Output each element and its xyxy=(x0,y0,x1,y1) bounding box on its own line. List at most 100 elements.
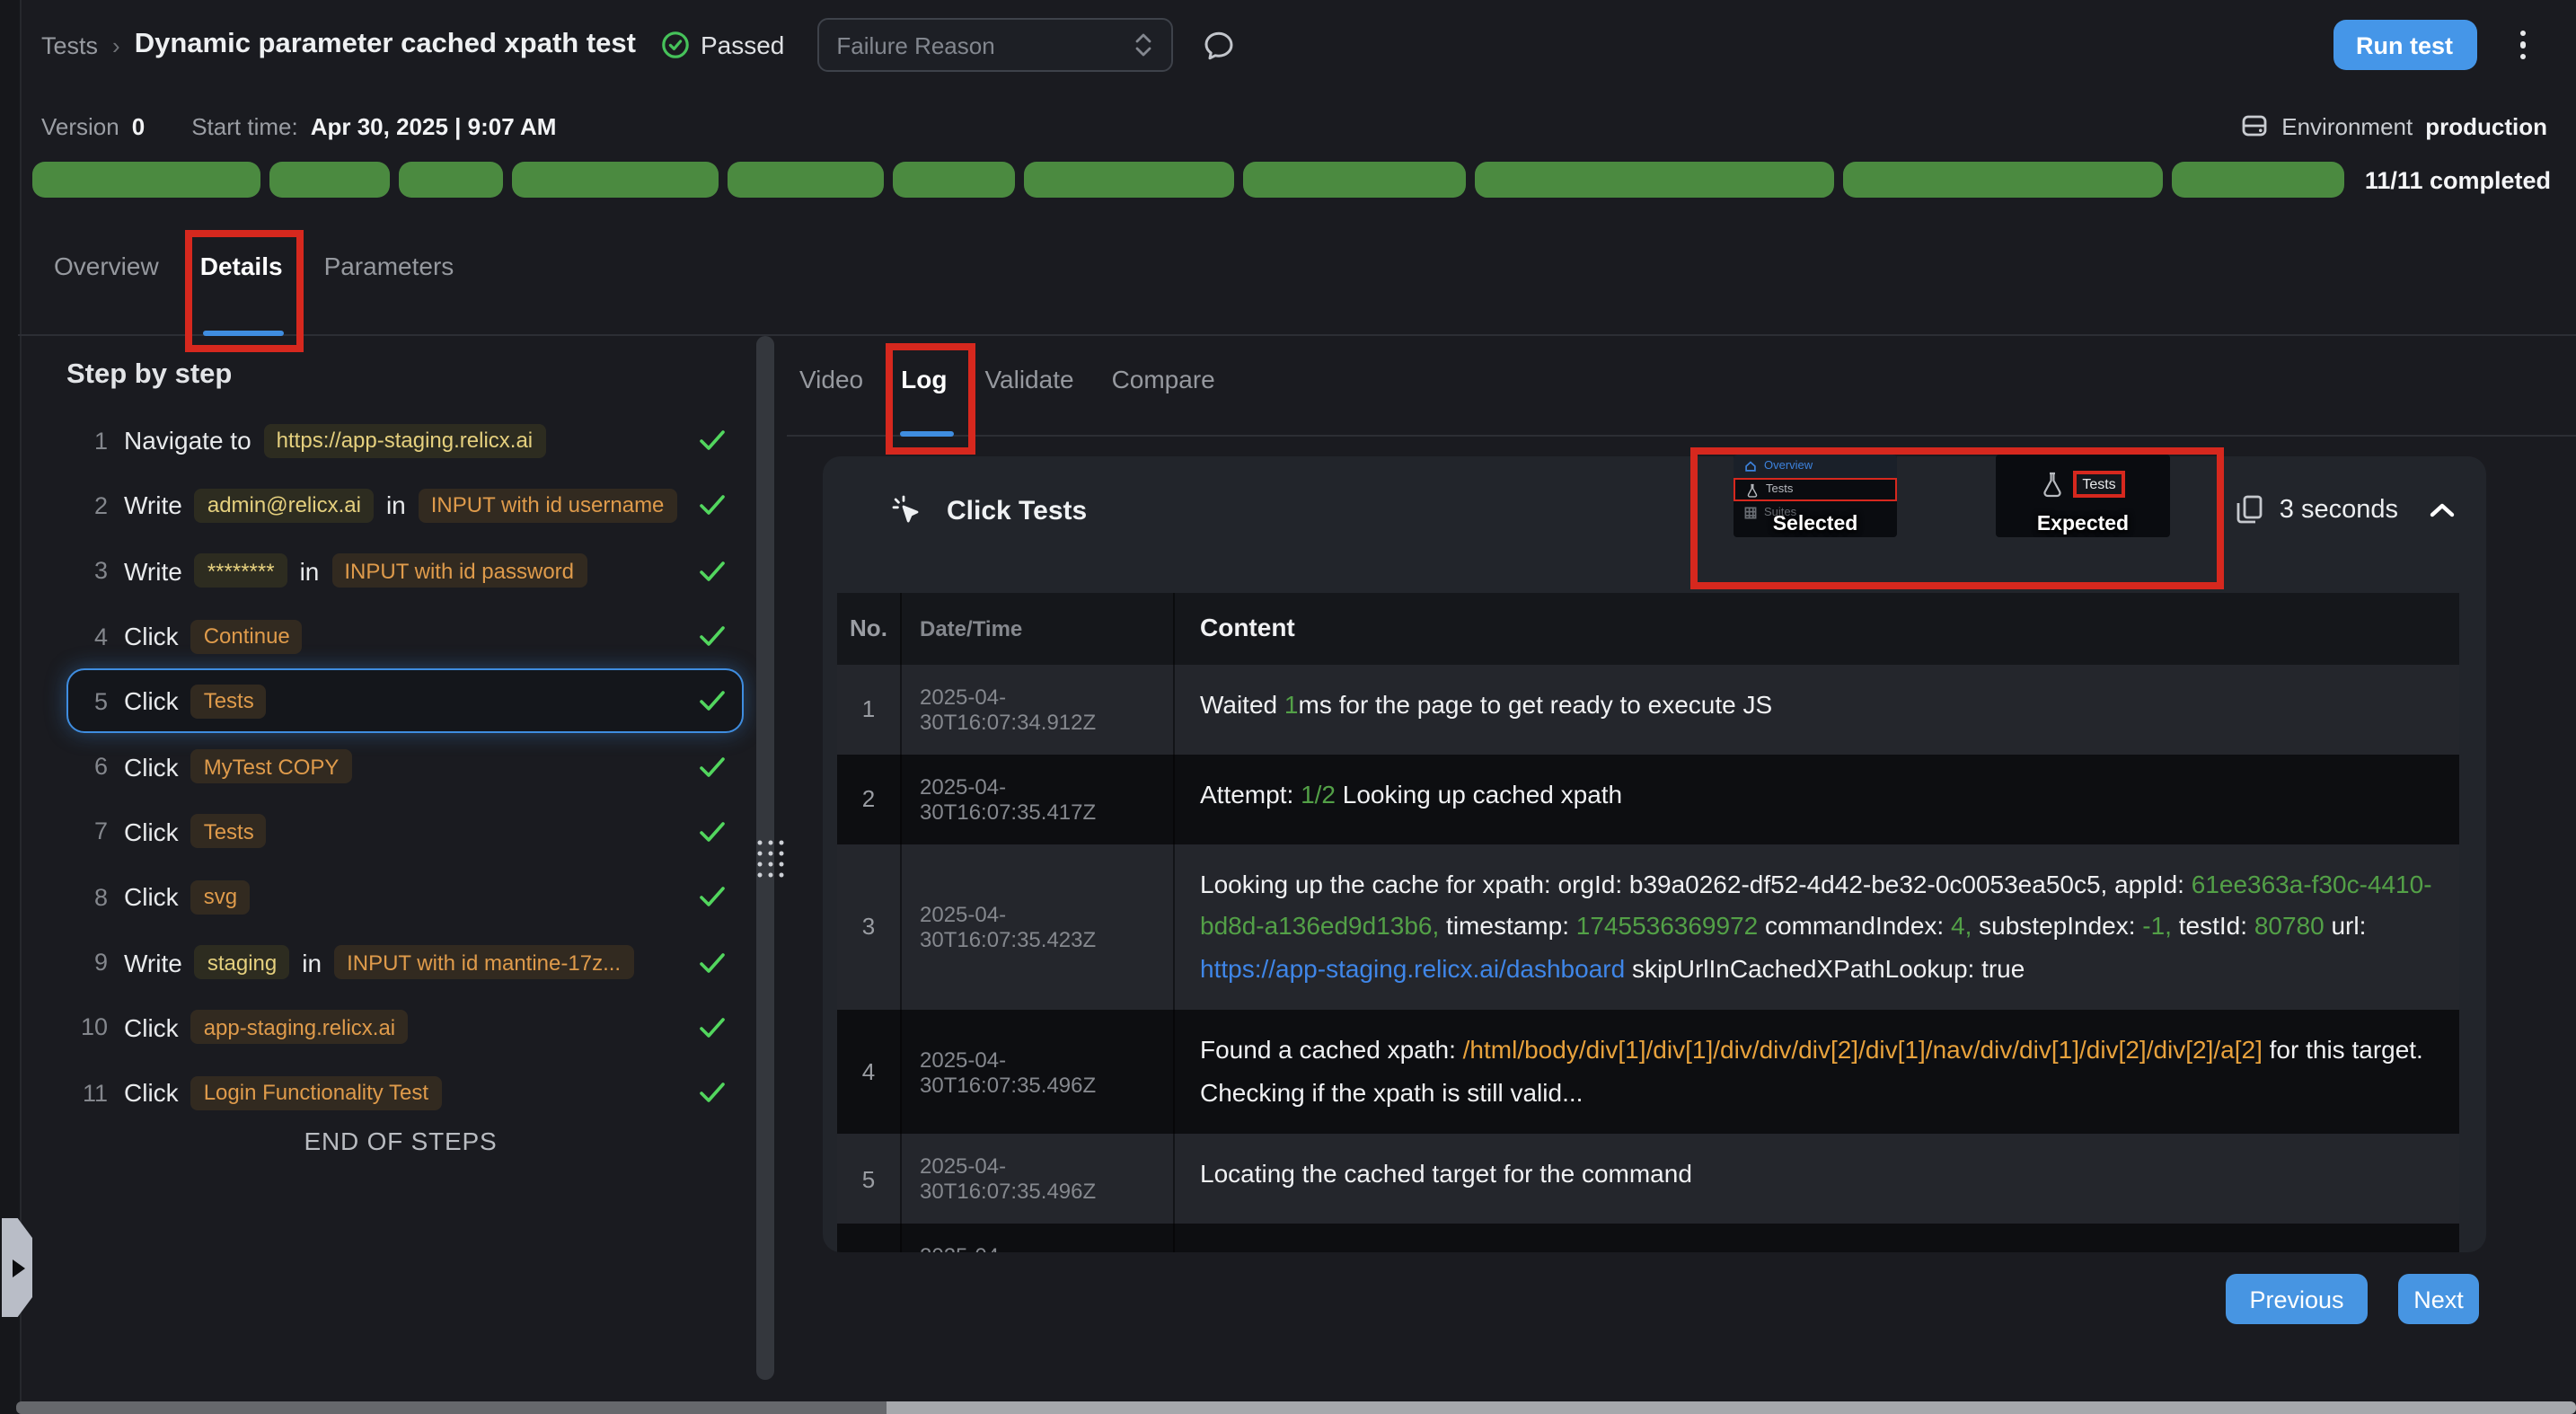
horizontal-scrollbar[interactable] xyxy=(16,1401,2576,1414)
log-text-segment: 1 xyxy=(1284,689,1299,718)
steps-list: 1Navigate tohttps://app-staging.relicx.a… xyxy=(43,408,758,1126)
log-row-2: 22025-04-30T16:07:35.417ZAttempt: 1/2 Lo… xyxy=(837,754,2459,844)
comment-icon[interactable] xyxy=(1201,28,1235,62)
home-icon xyxy=(1744,460,1757,473)
step-number: 4 xyxy=(68,623,108,650)
tab-overview[interactable]: Overview xyxy=(54,252,159,291)
step-row-6[interactable]: 6ClickMyTest COPY xyxy=(66,734,744,800)
step-action-text: in xyxy=(386,491,406,520)
progress-row: 11/11 completed xyxy=(32,162,2551,198)
step-action-text: Click xyxy=(124,687,179,716)
log-text-segment: url: xyxy=(2331,911,2366,940)
step-description: ClickTests xyxy=(124,815,267,849)
log-row-datetime: 2025-04-30T16:07:35.423Z xyxy=(902,844,1175,1010)
column-header-datetime: Date/Time xyxy=(902,593,1175,664)
step-row-7[interactable]: 7ClickTests xyxy=(66,800,744,865)
step-target-chip: INPUT with id mantine-17z... xyxy=(334,945,633,979)
more-options-kebab-icon[interactable] xyxy=(2512,23,2533,67)
progress-segment xyxy=(892,162,1014,198)
log-row-content: Attempt: 1/2 Looking up cached xpath xyxy=(1175,754,2459,844)
step-action-text: Click xyxy=(124,752,179,781)
cursor-click-icon xyxy=(891,494,923,526)
status-badge: Passed xyxy=(661,31,784,59)
expected-screenshot-thumbnail[interactable]: Tests Expected xyxy=(1996,455,2170,537)
tab-parameters[interactable]: Parameters xyxy=(324,252,454,291)
log-text-segment: 1745536369972 xyxy=(1576,911,1765,940)
log-row-number: 6 xyxy=(837,1224,902,1252)
failure-reason-select[interactable]: Failure Reason xyxy=(816,18,1172,72)
step-row-5[interactable]: 5ClickTests xyxy=(66,668,744,734)
step-row-9[interactable]: 9WritestaginginINPUT with id mantine-17z… xyxy=(66,930,744,995)
step-progress-bar xyxy=(32,162,2345,198)
tab-log[interactable]: Log xyxy=(901,365,947,404)
step-passed-check-icon xyxy=(699,625,726,647)
step-value-chip: staging xyxy=(195,945,289,979)
step-row-10[interactable]: 10Clickapp-staging.relicx.ai xyxy=(66,994,744,1060)
next-button[interactable]: Next xyxy=(2398,1274,2479,1324)
mini-nav-label: Overview xyxy=(1764,460,1813,473)
tab-video[interactable]: Video xyxy=(799,365,863,404)
step-target-chip: MyTest COPY xyxy=(191,749,352,783)
step-row-4[interactable]: 4 ClickContinue xyxy=(66,604,744,669)
step-passed-check-icon xyxy=(699,691,726,712)
log-text-segment: Waited xyxy=(1200,689,1284,718)
step-action-text: Click xyxy=(124,1078,179,1107)
log-row-content: Executing: Locating the cached target fo… xyxy=(1175,1224,2459,1252)
step-passed-check-icon xyxy=(699,886,726,907)
active-tab-underline xyxy=(203,331,284,336)
log-text-segment: substepIndex: xyxy=(1972,911,2142,940)
step-passed-check-icon xyxy=(699,495,726,517)
step-action-text: Write xyxy=(124,948,182,977)
end-of-steps-label: END OF STEPS xyxy=(43,1127,758,1155)
step-description: Writeadmin@relicx.aiinINPUT with id user… xyxy=(124,489,676,523)
failure-reason-placeholder: Failure Reason xyxy=(836,31,994,58)
log-text-segment: 4, xyxy=(1951,911,1972,940)
log-text-segment: 80780 xyxy=(2254,911,2332,940)
log-row-number: 4 xyxy=(837,1010,902,1134)
step-target-chip: app-staging.relicx.ai xyxy=(191,1011,408,1045)
run-test-button[interactable]: Run test xyxy=(2333,20,2476,70)
progress-segment xyxy=(1024,162,1235,198)
breadcrumb[interactable]: Tests xyxy=(41,31,98,58)
check-circle-icon xyxy=(661,31,690,59)
sidebar-expand-handle[interactable] xyxy=(2,1218,32,1317)
log-link[interactable]: https://app-staging.relicx.ai/dashboard xyxy=(1200,953,1625,982)
log-row-number: 2 xyxy=(837,754,902,844)
mini-nav-overview: Overview xyxy=(1734,455,1897,478)
progress-segment xyxy=(1244,162,1466,198)
selected-caption: Selected xyxy=(1734,514,1897,535)
step-number: 3 xyxy=(68,557,108,584)
step-number: 10 xyxy=(68,1014,108,1041)
progress-segment xyxy=(398,162,503,198)
panel-resize-handle-icon[interactable] xyxy=(753,835,785,879)
log-row-datetime: 2025-04-30T16:07:35.496Z xyxy=(902,1224,1175,1252)
step-row-11[interactable]: 11ClickLogin Functionality Test xyxy=(66,1060,744,1126)
page-tabs: Overview Details Parameters xyxy=(54,252,454,291)
command-header: Click Tests 3 seconds xyxy=(823,456,2486,593)
log-table-header: No. Date/Time Content xyxy=(837,593,2459,664)
copy-icon[interactable] xyxy=(2236,494,2263,525)
step-description: ClickContinue xyxy=(124,619,303,653)
step-target-chip: Tests xyxy=(191,685,267,719)
environment-group: Environment production xyxy=(2240,111,2547,140)
previous-button[interactable]: Previous xyxy=(2226,1274,2368,1324)
step-row-8[interactable]: 8Clicksvg xyxy=(66,864,744,930)
log-text-segment: 1/2 xyxy=(1301,779,1343,808)
step-action-text: Click xyxy=(124,882,179,911)
step-description: WritestaginginINPUT with id mantine-17z.… xyxy=(124,945,633,979)
step-row-2[interactable]: 2Writeadmin@relicx.aiinINPUT with id use… xyxy=(66,473,744,539)
header-bar: Tests › Dynamic parameter cached xpath t… xyxy=(23,0,2576,90)
duration-group: 3 seconds xyxy=(2236,494,2456,525)
tab-validate[interactable]: Validate xyxy=(984,365,1073,404)
selected-screenshot-thumbnail[interactable]: OverviewTestsSuites Selected xyxy=(1734,455,1897,537)
step-row-3[interactable]: 3Write********inINPUT with id password xyxy=(66,538,744,604)
step-passed-check-icon xyxy=(699,1082,726,1103)
tab-compare[interactable]: Compare xyxy=(1112,365,1215,404)
log-text-segment: skipUrlInCachedXPathLookup: true xyxy=(1625,953,2025,982)
expected-thumb-body: Tests xyxy=(1996,455,2170,512)
tab-details[interactable]: Details xyxy=(200,252,283,291)
step-row-1[interactable]: 1Navigate tohttps://app-staging.relicx.a… xyxy=(66,408,744,473)
run-meta-row: Version 0 Start time: Apr 30, 2025 | 9:0… xyxy=(41,108,2547,144)
step-value-chip: https://app-staging.relicx.ai xyxy=(264,423,546,457)
collapse-chevron-up-icon[interactable] xyxy=(2429,500,2456,518)
